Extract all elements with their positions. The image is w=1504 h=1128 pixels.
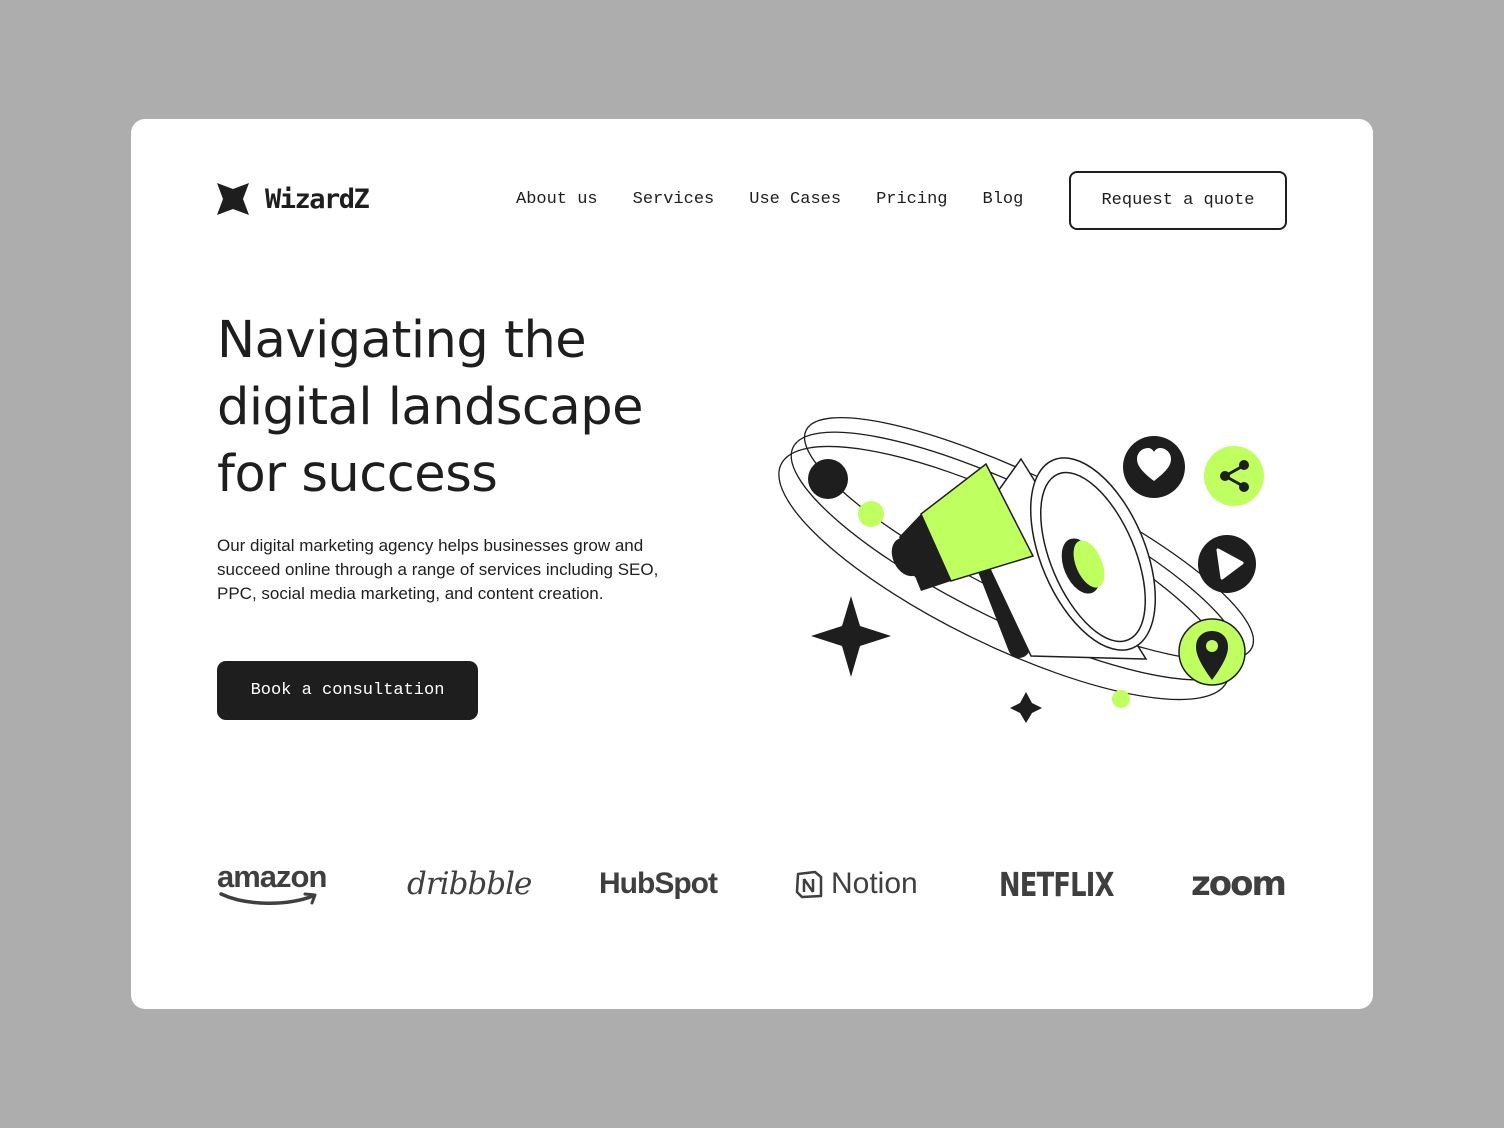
landing-card: WizardZ About us Services Use Cases Pric… [131, 119, 1373, 1009]
brand-name: WizardZ [265, 183, 370, 215]
nav-use-cases[interactable]: Use Cases [749, 190, 841, 209]
client-logos: amazon dribbble HubSpot Notion NETFLIX z… [217, 849, 1287, 929]
brand-logo[interactable]: WizardZ [217, 183, 370, 215]
hero-title: Navigating the digital landscape for suc… [217, 307, 687, 508]
hero-title-line-3: for success [217, 445, 498, 504]
dot-black-icon [808, 459, 848, 499]
hero-description: Our digital marketing agency helps busin… [217, 536, 659, 603]
star-logo-icon [217, 183, 249, 215]
sparkle-icon [811, 596, 891, 677]
hero-title-line-1: Navigating the [217, 311, 587, 370]
main-nav: About us Services Use Cases Pricing Blog [516, 190, 1023, 209]
dot-green-icon [858, 501, 884, 527]
share-icon [1204, 446, 1264, 506]
netflix-logo: NETFLIX [999, 864, 1114, 904]
play-icon [1198, 535, 1256, 593]
notion-logo: Notion [795, 849, 918, 919]
megaphone-illustration [778, 416, 1264, 723]
hero-title-line-2: digital landscape [217, 378, 643, 437]
nav-pricing[interactable]: Pricing [876, 190, 947, 209]
location-pin-icon [1178, 618, 1246, 686]
sparkle-small-icon [1010, 692, 1042, 723]
notion-icon [795, 870, 823, 899]
request-quote-button[interactable]: Request a quote [1069, 171, 1287, 230]
nav-about-us[interactable]: About us [516, 190, 598, 209]
dot-green-small-icon [1112, 690, 1130, 708]
book-consultation-button[interactable]: Book a consultation [217, 661, 478, 720]
heart-icon [1123, 436, 1185, 498]
nav-blog[interactable]: Blog [983, 190, 1024, 209]
dribbble-logo: dribbble [407, 866, 532, 902]
amazon-smile-icon [219, 892, 317, 905]
amazon-logo: amazon [217, 849, 327, 919]
nav-services[interactable]: Services [633, 190, 715, 209]
zoom-logo: zoom [1191, 864, 1287, 904]
hubspot-logo: HubSpot [599, 867, 718, 900]
